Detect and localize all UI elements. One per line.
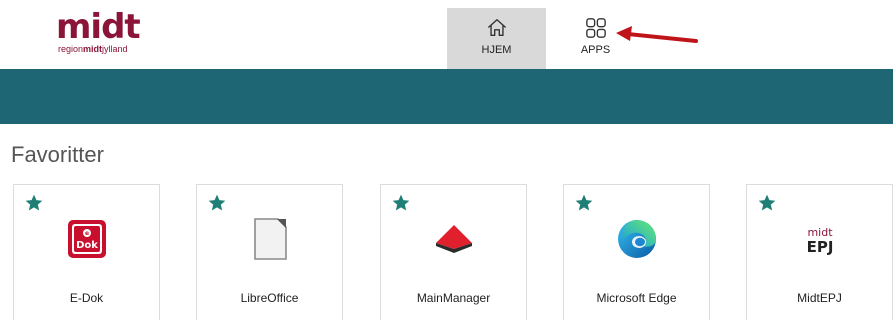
app-label-e-dok: E-Dok <box>69 291 104 305</box>
app-label-libreoffice: LibreOffice <box>240 291 299 305</box>
favorites-title: Favoritter <box>11 142 104 167</box>
favorite-star-icon[interactable] <box>574 193 594 213</box>
nav-home-label: HJEM <box>481 44 512 56</box>
apps-grid-icon <box>585 18 606 38</box>
header-banner <box>0 69 893 124</box>
app-label-microsoft-edge: Microsoft Edge <box>596 291 677 305</box>
top-header: midt regionmidtjylland HJEM APPS <box>0 0 893 69</box>
mainmanager-icon <box>435 225 472 253</box>
app-tile-microsoft-edge[interactable]: Microsoft Edge <box>563 184 710 320</box>
libreoffice-icon <box>253 218 287 260</box>
app-tile-mainmanager[interactable]: MainManager <box>380 184 527 320</box>
svg-text:EPJ: EPJ <box>806 238 833 256</box>
app-tile-e-dok[interactable]: e Dok E-Dok <box>13 184 160 320</box>
app-label-mainmanager: MainManager <box>416 291 491 305</box>
microsoft-edge-icon <box>617 220 656 258</box>
svg-text:e: e <box>84 230 88 237</box>
red-arrow-annotation <box>616 26 698 43</box>
midtepj-icon: midt EPJ <box>806 226 833 256</box>
nav-home-button[interactable]: HJEM <box>447 8 546 69</box>
favorite-star-icon[interactable] <box>24 193 44 213</box>
home-icon <box>487 19 506 37</box>
e-dok-icon: e Dok <box>67 220 106 258</box>
app-tile-midtepj[interactable]: midt EPJ MidtEPJ <box>746 184 893 320</box>
favorite-star-icon[interactable] <box>757 193 777 213</box>
favorite-star-icon[interactable] <box>207 193 227 213</box>
app-tile-libreoffice[interactable]: LibreOffice <box>196 184 343 320</box>
logo-wordmark: midt <box>56 7 141 47</box>
app-label-midtepj: MidtEPJ <box>797 291 842 305</box>
logo-subtitle: regionmidtjylland <box>58 44 128 54</box>
svg-text:Dok: Dok <box>76 240 98 251</box>
region-midtjylland-logo[interactable]: midt regionmidtjylland <box>56 10 166 58</box>
favorite-star-icon[interactable] <box>391 193 411 213</box>
